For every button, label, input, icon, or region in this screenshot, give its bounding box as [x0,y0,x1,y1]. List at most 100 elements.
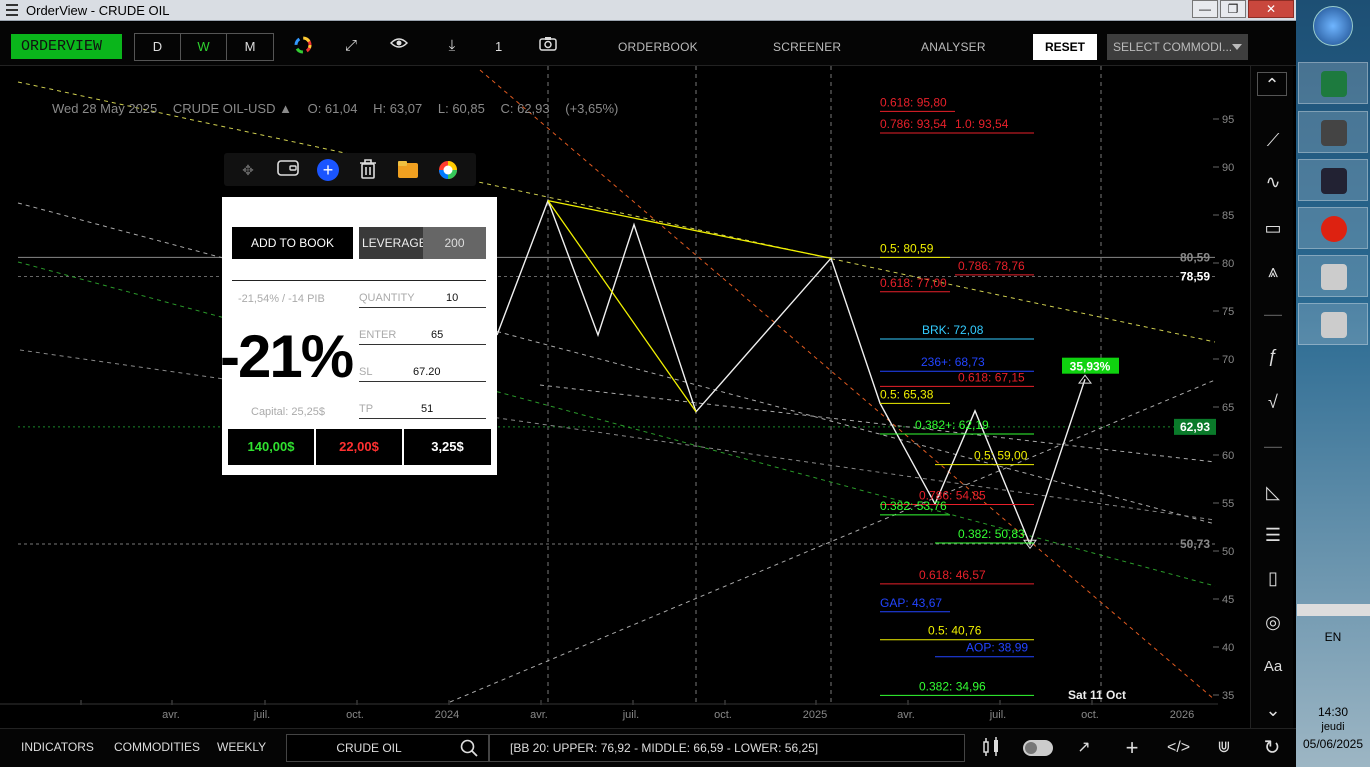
open-value: O: 61,04 [307,101,358,116]
search-input[interactable]: CRUDE OIL [287,741,451,755]
enter-value[interactable]: 65 [431,329,486,341]
quantity-value[interactable]: 10 [446,292,486,304]
weekly-link[interactable]: WEEKLY [217,740,266,754]
app-icon[interactable] [1298,111,1368,153]
chevron-up-icon[interactable]: ⌃ [1257,72,1287,96]
taskbar-scrollbar[interactable] [1297,604,1370,616]
target-badge: 35,93% [1070,360,1111,374]
layer-count: 1 [495,39,503,54]
download-icon[interactable]: ⤓ [442,36,462,56]
fib-level-label: 0.382: 34,96 [919,679,986,693]
trend-line [17,81,1216,343]
hide-icon[interactable]: ◎ [1261,610,1285,634]
code-icon[interactable]: </> [1167,737,1190,759]
analyser-link[interactable]: ANALYSER [921,40,986,54]
period-day-button[interactable]: D [135,34,181,60]
camera-icon[interactable] [538,36,558,56]
folder-icon[interactable] [397,159,419,181]
wave-icon[interactable]: ∿ [1261,170,1285,194]
opera-app-icon[interactable] [1298,207,1368,249]
trash-icon[interactable] [357,159,379,181]
menu-icon[interactable] [6,4,18,16]
profit-result: 140,00$ [228,429,314,465]
language-indicator[interactable]: EN [1296,630,1370,644]
add-icon[interactable]: + [1121,737,1143,759]
color-wheel-icon[interactable] [293,36,313,56]
function-icon[interactable]: ƒ [1261,344,1285,368]
stop-loss-field[interactable]: SL 67.20 [359,366,486,382]
fib-tool-icon[interactable]: ⩓ [1261,259,1285,283]
expand-icon[interactable]: ⤢ [341,36,361,56]
fib-level-label: 0.5: 80,59 [880,241,934,255]
wallet-icon[interactable]: ▭ [1261,216,1285,240]
reset-button[interactable]: RESET [1033,34,1097,60]
app-icon[interactable] [1298,255,1368,297]
quantity-field[interactable]: QUANTITY 10 [359,292,486,308]
price-axis-label: 50,73 [1180,537,1210,551]
clock-time[interactable]: 14:30 [1296,705,1370,719]
move-icon[interactable]: ✥ [237,159,259,181]
x-tick-label: 2024 [435,709,459,721]
fib-level-label: AOP: 38,99 [966,641,1028,655]
take-profit-field[interactable]: TP 51 [359,403,486,419]
enter-field[interactable]: ENTER 65 [359,329,486,345]
quantity-label: QUANTITY [359,292,415,304]
trend-line [17,261,1216,587]
chevron-down-icon[interactable]: ⌄ [1261,698,1285,722]
symbol-search[interactable]: CRUDE OIL [286,734,489,762]
commodity-select[interactable]: SELECT COMMODI... [1107,34,1248,60]
y-tick-label: 80 [1222,258,1234,270]
fib-level-label: 0.618: 77,00 [880,276,947,290]
indicators-link[interactable]: INDICATORS [21,740,94,754]
x-tick-label: juil. [622,709,640,721]
separator-icon: — [1264,436,1282,456]
refresh-icon[interactable]: ↻ [1261,737,1283,759]
sqrt-icon[interactable]: √ [1261,390,1285,414]
chevron-down-icon [1232,44,1242,50]
price-chart[interactable]: 95 90 85 80 75 70 65 60 55 50 45 40 35 avr. juil. oct. 2… [0,66,1250,728]
fib-level-label: 1.0: 93,54 [955,117,1009,131]
order-popup: ADD TO BOOK LEVERAGE 200 -21,54% / -14 P… [220,197,497,475]
search-icon[interactable] [460,739,478,757]
top-toolbar: ORDERVIEW D W M ⤢ ⤓ 1 ORDERBOOK SCREENER… [0,22,1296,66]
x-tick-label: juil. [989,709,1007,721]
ruler-icon[interactable]: ▯ [1261,566,1285,590]
toggle-switch[interactable] [1023,740,1053,756]
candlestick-icon[interactable] [980,737,1002,759]
wallet-icon[interactable] [277,159,299,181]
excel-app-icon[interactable] [1298,62,1368,104]
screener-link[interactable]: SCREENER [773,40,841,54]
y-tick-label: 90 [1222,162,1234,174]
lines-icon[interactable]: ☰ [1261,523,1285,547]
app-icon[interactable] [1298,303,1368,345]
color-wheel-icon[interactable] [437,159,459,181]
chart-arrow-icon[interactable]: ↗ [1073,737,1095,759]
capital-label: Capital: 25,25$ [251,406,325,418]
y-tick-label: 50 [1222,546,1234,558]
magnet-icon[interactable]: ⋓ [1213,737,1235,759]
tp-value[interactable]: 51 [421,403,486,415]
eye-icon[interactable] [389,36,409,56]
app-icon[interactable] [1298,159,1368,201]
x-tick-label: avr. [897,709,915,721]
text-tool-icon[interactable]: Aa [1261,655,1285,679]
orderview-button[interactable]: ORDERVIEW [11,34,122,59]
orderbook-link[interactable]: ORDERBOOK [618,40,698,54]
period-month-button[interactable]: M [227,34,273,60]
start-button-icon[interactable] [1313,6,1353,46]
period-week-button[interactable]: W [181,34,227,60]
maximize-button[interactable]: ❐ [1220,0,1246,18]
triangle-grid-icon[interactable]: ◺ [1261,480,1285,504]
minimize-button[interactable]: — [1192,0,1218,18]
bottom-statusbar: INDICATORS COMMODITIES WEEKLY CRUDE OIL … [0,728,1296,767]
fib-level-label: 0.618: 46,57 [919,568,986,582]
trend-line-icon[interactable]: ⟋ [1261,128,1285,152]
sl-value[interactable]: 67.20 [413,366,486,378]
leverage-input[interactable]: 200 [423,227,486,259]
close-button[interactable]: ✕ [1248,0,1294,18]
commodities-link[interactable]: COMMODITIES [114,740,200,754]
add-to-book-button[interactable]: ADD TO BOOK [232,227,353,259]
add-icon[interactable]: + [317,159,339,181]
leverage-label: LEVERAGE [359,227,427,259]
price-axis-label: 78,59 [1180,270,1210,284]
